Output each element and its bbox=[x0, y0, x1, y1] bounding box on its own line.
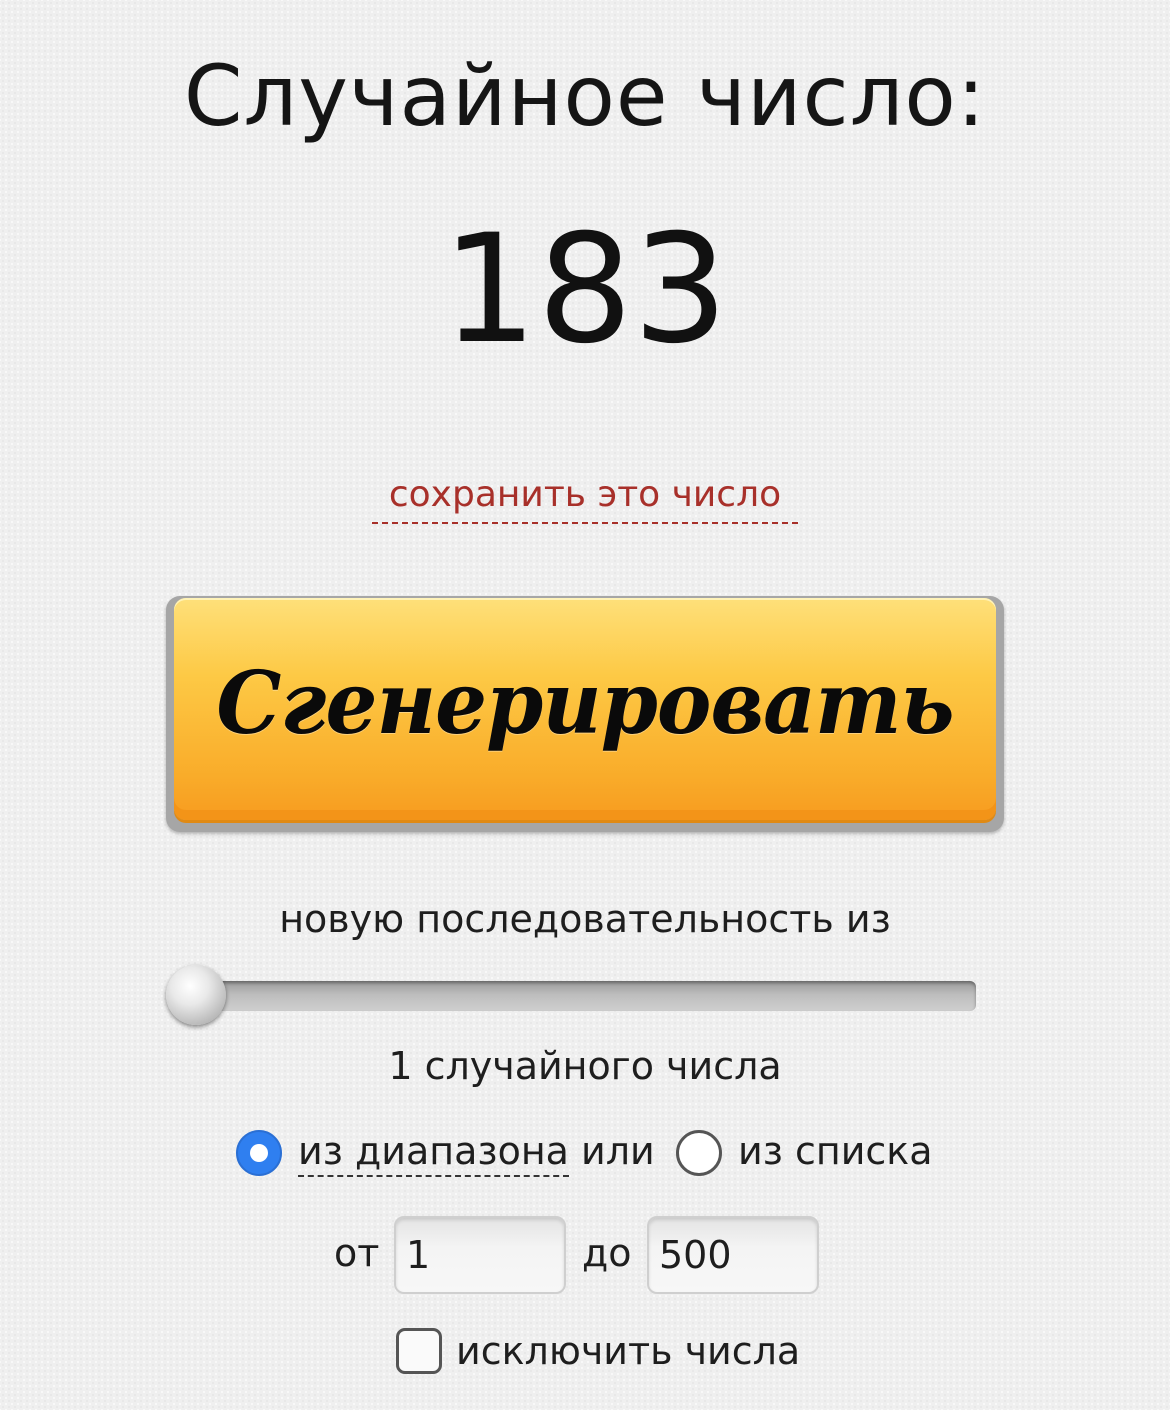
from-input[interactable] bbox=[394, 1216, 566, 1294]
count-label: 1 случайного числа bbox=[388, 1044, 782, 1088]
from-label: от bbox=[334, 1231, 380, 1275]
exclude-label[interactable]: исключить числа bbox=[456, 1326, 800, 1376]
exclude-row: исключить числа bbox=[396, 1324, 856, 1380]
or-text: или bbox=[568, 1129, 655, 1173]
range-option-label[interactable]: из диапазона или bbox=[298, 1126, 655, 1177]
exclude-checkbox[interactable] bbox=[396, 1328, 442, 1374]
generate-button[interactable]: Сгенерировать bbox=[174, 598, 996, 820]
list-option-label[interactable]: из списка bbox=[738, 1126, 933, 1176]
count-slider-track[interactable] bbox=[186, 981, 976, 1011]
range-radio[interactable] bbox=[236, 1130, 282, 1176]
range-inputs: от до bbox=[334, 1214, 834, 1298]
result-number: 183 bbox=[441, 203, 729, 377]
count-slider-thumb[interactable] bbox=[166, 965, 226, 1025]
generate-button-frame: Сгенерировать bbox=[166, 596, 1004, 832]
page-title: Случайное число: bbox=[183, 47, 987, 145]
random-number-page: Случайное число: 183 сохранить это число… bbox=[0, 0, 1170, 1410]
save-number-link[interactable]: сохранить это число bbox=[372, 472, 798, 524]
mode-selector: из диапазона или из списка bbox=[234, 1124, 954, 1184]
sequence-label: новую последовательность из bbox=[279, 897, 891, 941]
to-input[interactable] bbox=[647, 1216, 819, 1294]
list-radio[interactable] bbox=[676, 1130, 722, 1176]
to-label: до bbox=[582, 1231, 632, 1275]
generate-button-label: Сгенерировать bbox=[216, 652, 954, 754]
range-option-text[interactable]: из диапазона bbox=[298, 1129, 569, 1177]
